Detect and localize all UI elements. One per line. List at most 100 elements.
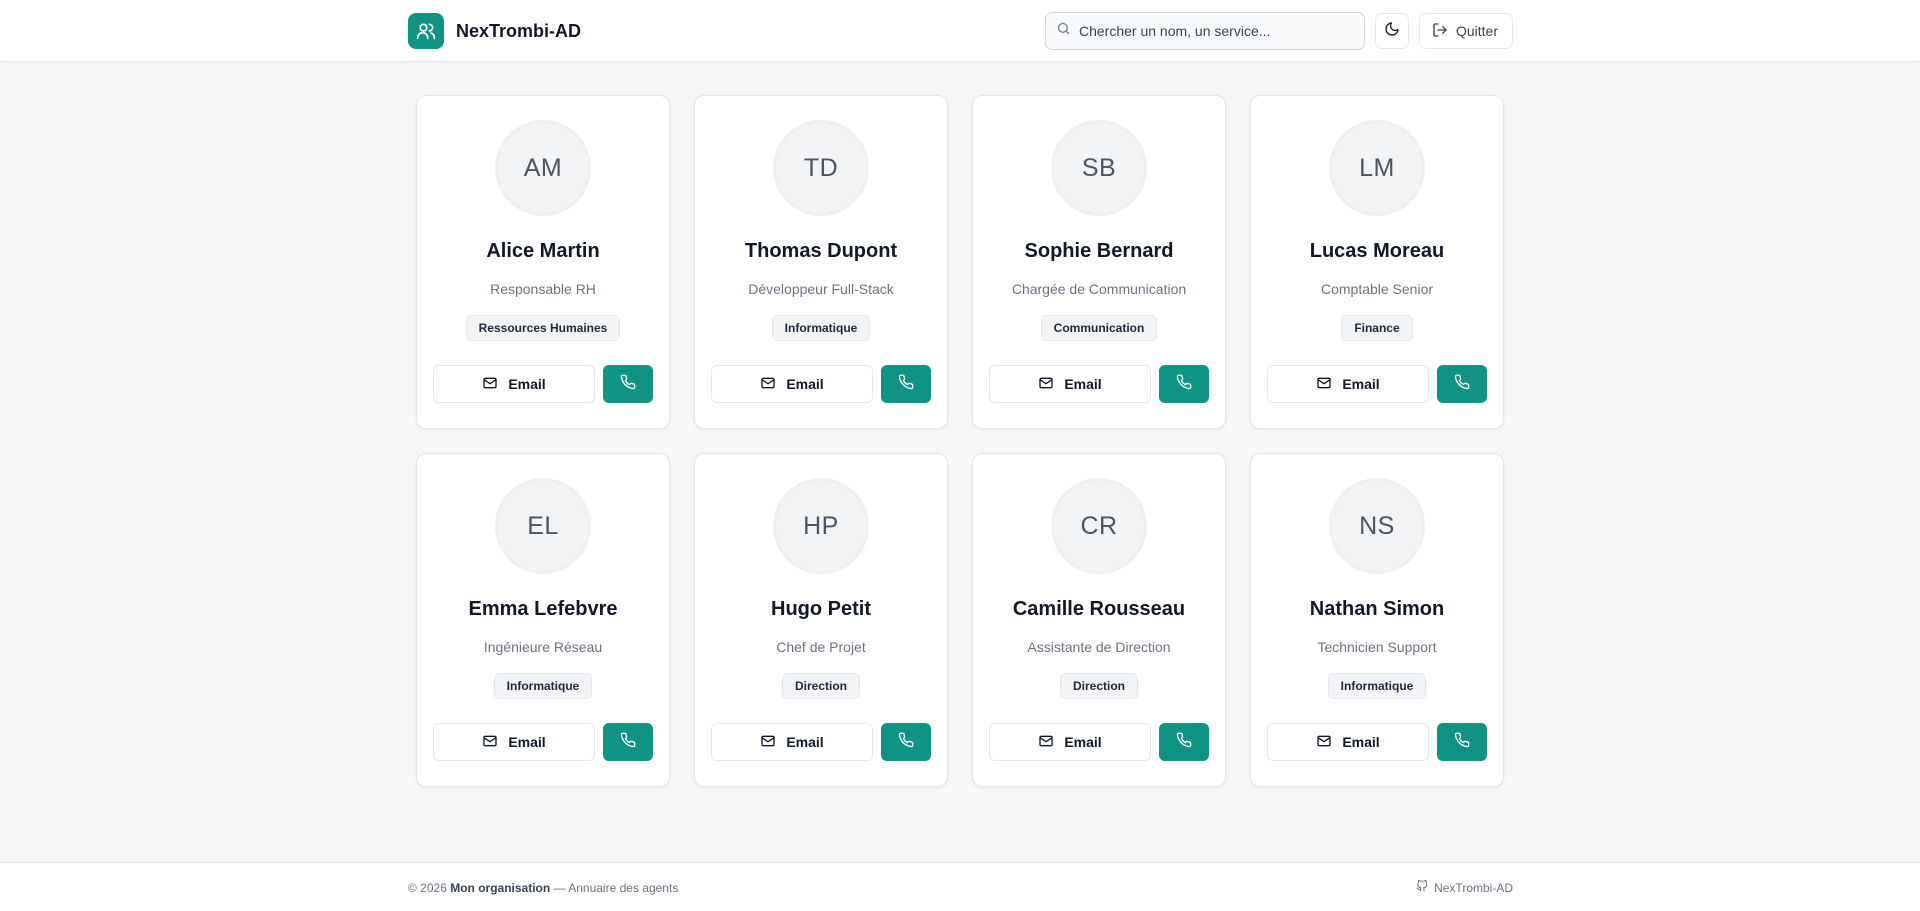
- github-icon: [1416, 879, 1428, 895]
- person-card: EL Emma Lefebvre Ingénieure Réseau Infor…: [416, 453, 670, 787]
- email-button[interactable]: Email: [711, 365, 873, 403]
- mail-icon: [1316, 375, 1332, 394]
- email-label: Email: [1064, 376, 1102, 392]
- person-role: Comptable Senior: [1320, 281, 1434, 297]
- call-button[interactable]: [881, 723, 931, 761]
- department-badge: Ressources Humaines: [465, 315, 621, 341]
- person-card: LM Lucas Moreau Comptable Senior Finance…: [1250, 95, 1504, 429]
- mail-icon: [482, 733, 498, 752]
- email-button[interactable]: Email: [433, 365, 595, 403]
- department-badge: Communication: [1040, 315, 1158, 341]
- phone-icon: [1176, 374, 1192, 395]
- email-label: Email: [786, 734, 824, 750]
- card-actions: Email: [989, 723, 1209, 761]
- avatar: TD: [773, 120, 869, 216]
- person-name: Thomas Dupont: [744, 240, 898, 262]
- phone-icon: [1454, 732, 1470, 753]
- email-button[interactable]: Email: [989, 723, 1151, 761]
- person-role: Responsable RH: [490, 281, 596, 297]
- person-name: Lucas Moreau: [1309, 240, 1445, 262]
- person-card: CR Camille Rousseau Assistante de Direct…: [972, 453, 1226, 787]
- email-label: Email: [786, 376, 824, 392]
- header-actions: Quitter: [1044, 12, 1513, 50]
- phone-icon: [1454, 374, 1470, 395]
- avatar: AM: [495, 120, 591, 216]
- card-actions: Email: [433, 723, 653, 761]
- email-label: Email: [508, 734, 546, 750]
- call-button[interactable]: [1159, 365, 1209, 403]
- logout-icon: [1432, 22, 1448, 41]
- top-bar: NexTrombi-AD Chercher un nom, un service…: [0, 0, 1920, 62]
- call-button[interactable]: [1159, 723, 1209, 761]
- footer-inner: © 2026 Mon organisation — Annuaire des a…: [408, 863, 1513, 911]
- email-label: Email: [508, 376, 546, 392]
- call-button[interactable]: [881, 365, 931, 403]
- department-badge: Direction: [1059, 673, 1138, 699]
- avatar: SB: [1051, 120, 1147, 216]
- department-badge: Informatique: [771, 315, 871, 341]
- users-icon: [408, 13, 444, 49]
- card-actions: Email: [989, 365, 1209, 403]
- card-actions: Email: [711, 365, 931, 403]
- person-name: Alice Martin: [486, 240, 600, 262]
- footer-credits: © 2026 Mon organisation — Annuaire des a…: [408, 881, 678, 895]
- quit-label: Quitter: [1455, 23, 1498, 39]
- footer-brand-link[interactable]: NexTrombi-AD: [1416, 879, 1513, 895]
- card-actions: Email: [433, 365, 653, 403]
- app-title: NexTrombi-AD: [456, 20, 582, 41]
- card-actions: Email: [711, 723, 931, 761]
- call-button[interactable]: [1437, 365, 1487, 403]
- mail-icon: [1038, 375, 1054, 394]
- theme-toggle-button[interactable]: [1374, 13, 1409, 49]
- email-button[interactable]: Email: [1267, 365, 1429, 403]
- mail-icon: [1316, 733, 1332, 752]
- department-badge: Informatique: [493, 673, 593, 699]
- email-button[interactable]: Email: [989, 365, 1151, 403]
- email-button[interactable]: Email: [1267, 723, 1429, 761]
- person-role: Développeur Full-Stack: [748, 281, 894, 297]
- person-card: SB Sophie Bernard Chargée de Communicati…: [972, 95, 1226, 429]
- email-label: Email: [1342, 376, 1380, 392]
- phone-icon: [620, 732, 636, 753]
- person-role: Assistante de Direction: [1027, 639, 1171, 655]
- avatar: NS: [1329, 478, 1425, 574]
- person-role: Chef de Projet: [776, 639, 866, 655]
- person-card: AM Alice Martin Responsable RH Ressource…: [416, 95, 670, 429]
- card-actions: Email: [1267, 365, 1487, 403]
- quit-button[interactable]: Quitter: [1418, 13, 1513, 49]
- call-button[interactable]: [603, 723, 653, 761]
- department-badge: Finance: [1341, 315, 1413, 341]
- person-role: Ingénieure Réseau: [483, 639, 603, 655]
- footer-organization: Mon organisation: [450, 880, 551, 895]
- call-button[interactable]: [1437, 723, 1487, 761]
- footer: © 2026 Mon organisation — Annuaire des a…: [0, 862, 1920, 911]
- phone-icon: [898, 374, 914, 395]
- card-actions: Email: [1267, 723, 1487, 761]
- search-icon: [1056, 21, 1071, 41]
- department-badge: Informatique: [1327, 673, 1427, 699]
- phone-icon: [1176, 732, 1192, 753]
- avatar: CR: [1051, 478, 1147, 574]
- person-card: HP Hugo Petit Chef de Projet Direction E…: [694, 453, 948, 787]
- moon-icon: [1384, 21, 1400, 42]
- person-name: Camille Rousseau: [1012, 598, 1186, 620]
- search-box[interactable]: [1044, 12, 1365, 50]
- phone-icon: [898, 732, 914, 753]
- person-name: Hugo Petit: [771, 598, 871, 620]
- person-role: Chargée de Communication: [1011, 281, 1187, 297]
- brand[interactable]: NexTrombi-AD: [408, 13, 581, 49]
- person-role: Technicien Support: [1317, 639, 1437, 655]
- email-button[interactable]: Email: [433, 723, 595, 761]
- mail-icon: [760, 733, 776, 752]
- mail-icon: [1038, 733, 1054, 752]
- email-button[interactable]: Email: [711, 723, 873, 761]
- mail-icon: [482, 375, 498, 394]
- email-label: Email: [1342, 734, 1380, 750]
- phone-icon: [620, 374, 636, 395]
- footer-tagline: — Annuaire des agents: [553, 880, 679, 895]
- search-input[interactable]: [1078, 23, 1354, 39]
- call-button[interactable]: [603, 365, 653, 403]
- avatar: EL: [495, 478, 591, 574]
- mail-icon: [760, 375, 776, 394]
- avatar: HP: [773, 478, 869, 574]
